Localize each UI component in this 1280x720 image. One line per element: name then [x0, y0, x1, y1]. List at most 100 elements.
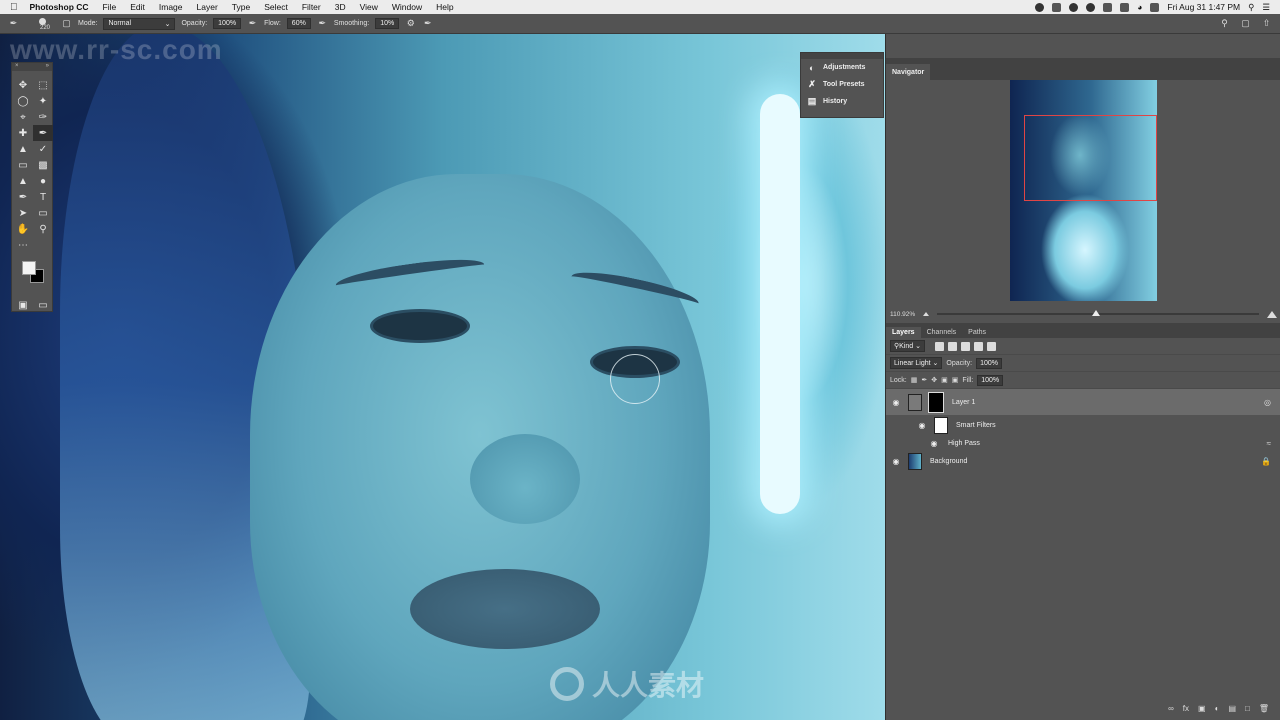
visibility-eye-icon[interactable]: ◉: [890, 398, 902, 407]
layer-style-icon[interactable]: fx: [1183, 704, 1189, 713]
lasso-tool-icon[interactable]: ◯: [13, 93, 33, 109]
visibility-eye-icon[interactable]: ◉: [916, 421, 928, 430]
history-brush-tool-icon[interactable]: ✓: [33, 141, 53, 157]
lock-artboard-icon[interactable]: ▣: [941, 376, 948, 384]
shape-filter-icon[interactable]: [973, 341, 983, 351]
flow-field[interactable]: 60%: [286, 18, 311, 29]
collapse-icon[interactable]: »: [46, 63, 49, 71]
delete-layer-icon[interactable]: 🗑: [1259, 704, 1269, 713]
blur-tool-icon[interactable]: ▲: [13, 173, 33, 189]
eraser-tool-icon[interactable]: ▭: [13, 157, 33, 173]
navigator-view-box[interactable]: [1024, 115, 1157, 201]
menu-image[interactable]: Image: [159, 2, 183, 12]
tools-panel-header[interactable]: ×»: [12, 63, 52, 71]
pixel-filter-icon[interactable]: [934, 341, 944, 351]
dodge-tool-icon[interactable]: ●: [33, 173, 53, 189]
menu-select[interactable]: Select: [264, 2, 288, 12]
navigator-zoom-value[interactable]: 110.92%: [890, 311, 915, 318]
display-icon[interactable]: [1103, 2, 1113, 12]
filter-blending-options-icon[interactable]: ≈: [1267, 439, 1271, 448]
menu-type[interactable]: Type: [232, 2, 250, 12]
zoom-slider-handle[interactable]: [1091, 310, 1100, 316]
add-mask-icon[interactable]: ▣: [1198, 704, 1206, 713]
move-tool-icon[interactable]: ✥: [13, 77, 33, 93]
foreground-color-swatch[interactable]: [22, 261, 36, 275]
zoom-in-icon[interactable]: [1267, 310, 1277, 318]
pressure-size-icon[interactable]: ✒: [422, 18, 433, 29]
brush-tool-icon[interactable]: ✒: [33, 125, 53, 141]
clock[interactable]: Fri Aug 31 1:47 PM: [1167, 2, 1240, 12]
pen-tool-icon[interactable]: ✒: [13, 189, 33, 205]
brush-settings-icon[interactable]: ▢: [61, 18, 72, 29]
magic-wand-tool-icon[interactable]: ✦: [33, 93, 53, 109]
grid-icon[interactable]: [1120, 2, 1130, 12]
zoom-slider[interactable]: [937, 310, 1259, 316]
tab-channels[interactable]: Channels: [921, 327, 963, 338]
layer-name[interactable]: Layer 1: [952, 399, 975, 406]
screen-mode-icon[interactable]: ▭: [33, 297, 53, 313]
eyedropper-tool-icon[interactable]: ✑: [33, 109, 53, 125]
tab-navigator[interactable]: Navigator: [886, 64, 931, 80]
visibility-eye-icon[interactable]: ◉: [890, 457, 902, 466]
adjustment-filter-icon[interactable]: [947, 341, 957, 351]
menu-file[interactable]: File: [103, 2, 117, 12]
clone-stamp-tool-icon[interactable]: ▲: [13, 141, 33, 157]
pressure-opacity-icon[interactable]: ✒: [247, 18, 258, 29]
filter-kind-select[interactable]: ⚲Kind ⌄: [890, 340, 925, 352]
link-layers-icon[interactable]: ∞: [1168, 704, 1174, 713]
app-name-menu[interactable]: Photoshop CC: [30, 2, 89, 12]
layer-opacity-field[interactable]: 100%: [976, 357, 1002, 369]
menu-view[interactable]: View: [360, 2, 378, 12]
history-panel-button[interactable]: ▤ History: [801, 93, 883, 110]
filter-name[interactable]: High Pass: [948, 440, 980, 447]
path-selection-tool-icon[interactable]: ➤: [13, 205, 33, 221]
menu-layer[interactable]: Layer: [197, 2, 218, 12]
fill-field[interactable]: 100%: [977, 374, 1004, 386]
battery-icon[interactable]: [1150, 2, 1160, 12]
document-canvas[interactable]: www.rr-sc.com 人人素材: [0, 34, 885, 720]
quick-mask-icon[interactable]: ▣: [13, 297, 33, 313]
smart-object-filter-icon[interactable]: [986, 341, 996, 351]
screen-record-icon[interactable]: [1052, 2, 1062, 12]
visibility-eye-icon[interactable]: ◉: [928, 439, 940, 448]
brush-preset-picker[interactable]: 220: [25, 16, 55, 32]
layer-row-layer-1[interactable]: ◉ Layer 1 ◎: [886, 389, 1280, 415]
marquee-tool-icon[interactable]: ⬚: [33, 77, 53, 93]
layer-row-high-pass[interactable]: ◉ High Pass ≈: [886, 435, 1280, 451]
lock-icon[interactable]: 🔒: [1261, 457, 1271, 466]
lock-all-icon[interactable]: ▣: [952, 376, 959, 384]
gear-icon[interactable]: ⚙: [405, 18, 416, 29]
gradient-tool-icon[interactable]: ▩: [33, 157, 53, 173]
menu-3d[interactable]: 3D: [335, 2, 346, 12]
notification-center-icon[interactable]: ☰: [1262, 2, 1270, 13]
layer-mask-thumbnail[interactable]: [928, 391, 944, 413]
menu-edit[interactable]: Edit: [130, 2, 145, 12]
spotlight-search-icon[interactable]: ⚲: [1248, 2, 1254, 13]
layer-row-smart-filters[interactable]: ◉ Smart Filters: [886, 415, 1280, 435]
lock-transparent-icon[interactable]: ▦: [911, 376, 918, 384]
new-layer-icon[interactable]: □: [1245, 704, 1250, 713]
more-tools-icon[interactable]: ⋯: [13, 237, 33, 253]
lock-position-icon[interactable]: ✥: [931, 376, 937, 384]
wifi-icon[interactable]: ◕: [1137, 2, 1142, 12]
camera-icon[interactable]: [1086, 2, 1096, 12]
new-group-icon[interactable]: ▤: [1228, 704, 1236, 713]
zoom-tool-icon[interactable]: ⚲: [33, 221, 53, 237]
workspace-icon[interactable]: ▢: [1240, 18, 1251, 29]
tab-paths[interactable]: Paths: [962, 327, 992, 338]
layer-name[interactable]: Background: [930, 458, 967, 465]
creative-cloud-icon[interactable]: [1035, 2, 1045, 12]
menu-window[interactable]: Window: [392, 2, 422, 12]
lock-pixels-icon[interactable]: ✒: [921, 376, 927, 384]
crop-tool-icon[interactable]: ⌖: [13, 109, 33, 125]
airbrush-icon[interactable]: ✒: [317, 18, 328, 29]
new-adjustment-icon[interactable]: ◐: [1215, 704, 1220, 713]
sync-icon[interactable]: [1069, 2, 1079, 12]
type-tool-icon[interactable]: T: [33, 189, 53, 205]
adjustments-panel-button[interactable]: ◐ Adjustments: [801, 59, 883, 76]
hand-tool-icon[interactable]: ✋: [13, 221, 33, 237]
search-icon[interactable]: ⚲: [1219, 18, 1230, 29]
mode-select[interactable]: Normal ⌄: [103, 17, 176, 30]
blend-mode-select[interactable]: Linear Light ⌄: [890, 357, 943, 369]
opacity-field[interactable]: 100%: [213, 18, 242, 29]
